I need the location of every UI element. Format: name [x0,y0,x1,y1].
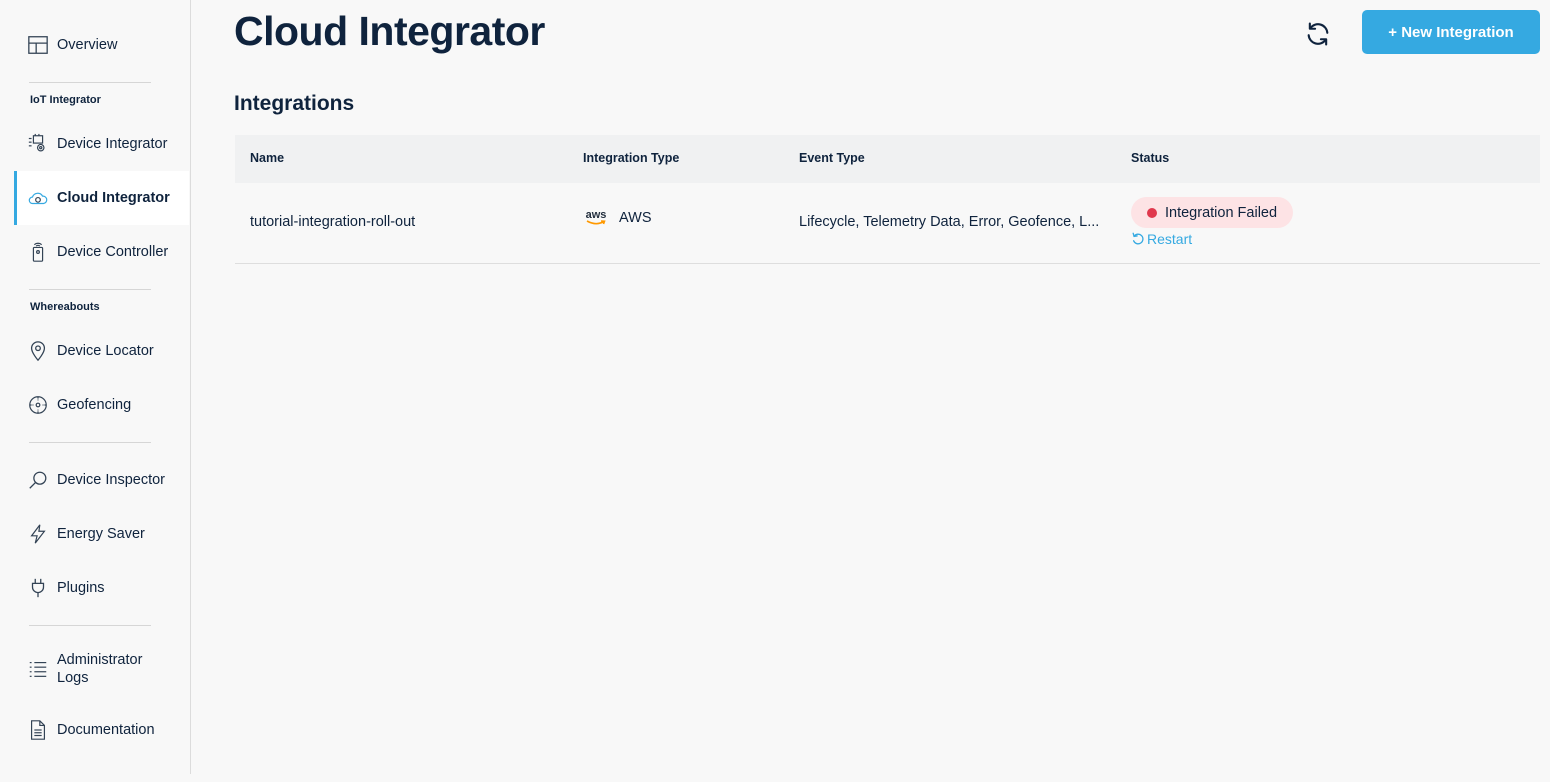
sidebar-item-label: Device Controller [57,244,169,260]
lightning-icon [26,522,50,546]
sidebar-item-label: Device Integrator [57,136,168,152]
aws-logo-text: aws [585,209,607,221]
sidebar-divider [29,625,151,626]
table-header: Name Integration Type Event Type Status [235,135,1540,183]
label-line-1: Administrator [57,652,143,668]
sidebar: Overview IoT Integrator Device Integrato… [0,0,191,774]
cloud-gear-icon [26,186,50,210]
device-gear-icon [26,132,50,156]
sidebar-item-plugins[interactable]: Plugins [14,561,189,615]
event-type: Lifecycle, Telemetry Data, Error, Geofen… [799,214,1099,230]
new-integration-button[interactable]: + New Integration [1362,10,1540,54]
magnifier-icon [26,468,50,492]
sidebar-item-label: Energy Saver [57,526,145,542]
aws-logo-icon: aws [583,207,609,229]
section-label-iot: IoT Integrator [30,94,101,106]
remote-control-icon [26,240,50,264]
refresh-icon [1307,22,1329,46]
sidebar-item-label: Device Inspector [57,472,165,488]
geofence-icon [26,393,50,417]
column-header-name: Name [250,151,285,165]
sidebar-item-overview[interactable]: Overview [14,18,189,72]
plug-icon [26,576,50,600]
status-dot-icon [1147,207,1157,218]
sidebar-item-label: Geofencing [57,397,132,413]
sidebar-item-label: Administrator Logs [57,651,142,687]
sidebar-item-label: Overview [57,37,118,53]
integrations-table: Name Integration Type Event Type Status … [235,135,1540,264]
integration-type: aws AWS [583,207,652,229]
integration-name: tutorial-integration-roll-out [250,214,416,230]
integration-type-label: AWS [619,210,652,226]
location-pin-icon [26,339,50,363]
sidebar-item-label: Device Locator [57,343,154,359]
sidebar-item-label: Plugins [57,580,105,596]
restart-label: Restart [1147,231,1193,247]
column-header-status: Status [1131,151,1170,165]
restart-icon [1132,232,1144,245]
label-line-2: Logs [57,670,89,686]
list-icon [26,657,50,681]
sidebar-item-documentation[interactable]: Documentation [14,703,189,757]
sidebar-divider [29,289,151,290]
section-label-whereabouts: Whereabouts [30,301,100,313]
section-title: Integrations [234,92,355,115]
sidebar-item-device-inspector[interactable]: Device Inspector [14,453,189,507]
sidebar-item-geofencing[interactable]: Geofencing [14,378,189,432]
column-header-event-type: Event Type [799,151,865,165]
table-row[interactable]: tutorial-integration-roll-out aws AWS Li… [235,183,1540,264]
sidebar-item-device-locator[interactable]: Device Locator [14,324,189,378]
column-header-integration-type: Integration Type [583,151,680,165]
sidebar-item-administrator-logs[interactable]: Administrator Logs [14,642,189,696]
document-icon [26,718,50,742]
status-badge: Integration Failed [1131,197,1294,228]
sidebar-item-label: Documentation [57,722,155,738]
sidebar-item-label: Cloud Integrator [57,190,170,206]
sidebar-item-cloud-integrator[interactable]: Cloud Integrator [14,171,189,225]
sidebar-divider [29,82,151,83]
refresh-button[interactable] [1302,18,1334,50]
sidebar-divider [29,442,151,443]
sidebar-item-device-integrator[interactable]: Device Integrator [14,117,189,171]
page-title: Cloud Integrator [234,8,545,54]
sidebar-item-device-controller[interactable]: Device Controller [14,225,189,279]
sidebar-item-energy-saver[interactable]: Energy Saver [14,507,189,561]
layout-icon [26,33,50,57]
restart-link[interactable]: Restart [1131,231,1192,247]
status-label: Integration Failed [1165,204,1278,221]
